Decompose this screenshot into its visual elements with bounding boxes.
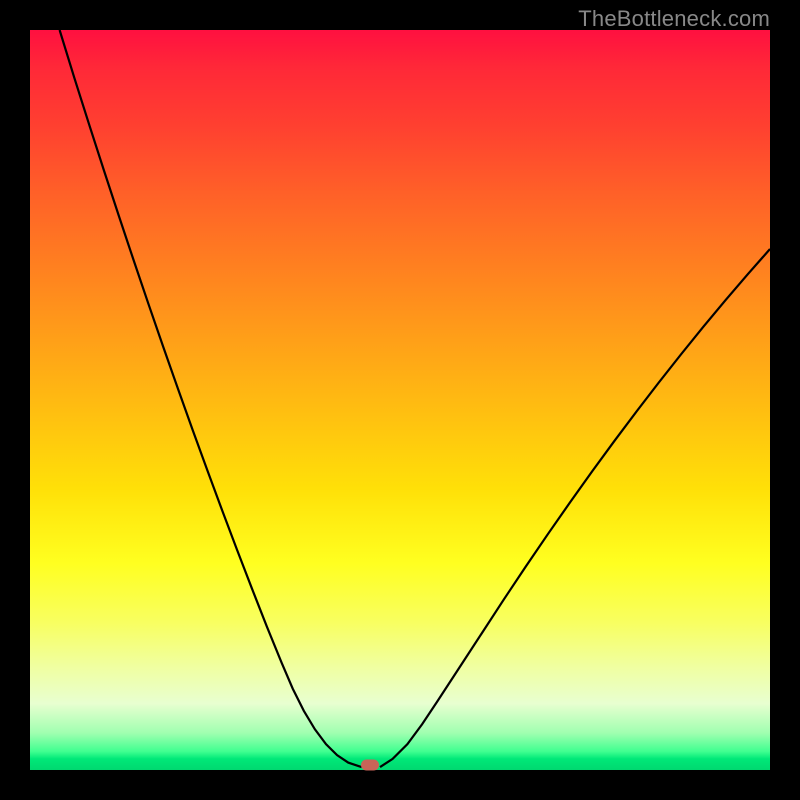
watermark-text: TheBottleneck.com [578,6,770,32]
chart-container: TheBottleneck.com [0,0,800,800]
optimum-marker [361,759,379,770]
curve-svg [30,30,770,770]
curve-left [60,30,362,767]
curve-right [380,249,770,767]
plot-area [30,30,770,770]
